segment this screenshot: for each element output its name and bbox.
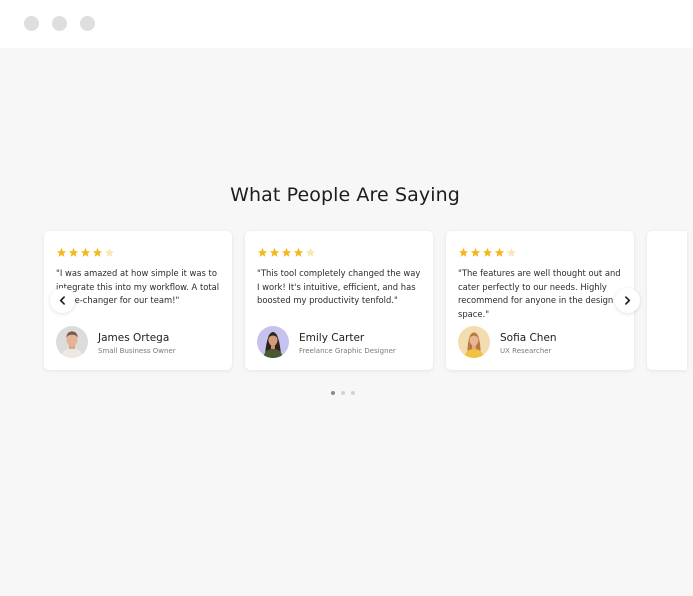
reviewer-name: Emily Carter [299, 332, 365, 344]
star-filled-icon [269, 247, 280, 258]
chevron-left-icon [58, 296, 67, 305]
browser-window: What People Are Saying "I was amazed at … [0, 0, 693, 596]
star-filled-icon [470, 247, 481, 258]
reviewer-name: Sofia Chen [500, 332, 557, 344]
reviewer-role: Small Business Owner [98, 347, 176, 355]
testimonial-quote: "I was amazed at how simple it was to in… [56, 268, 220, 305]
star-filled-icon [80, 247, 91, 258]
star-rating [257, 247, 316, 258]
woman-portrait-avatar [458, 326, 490, 358]
window-titlebar [0, 0, 693, 48]
star-empty-icon [506, 247, 517, 258]
star-filled-icon [68, 247, 79, 258]
carousel-pagination [331, 391, 355, 395]
star-rating [56, 247, 115, 258]
carousel-next-button[interactable] [615, 288, 640, 313]
star-rating [458, 247, 517, 258]
testimonial-quote: "This tool completely changed the way I … [257, 268, 421, 305]
woman-portrait-avatar [257, 326, 289, 358]
testimonial-card: "The features are well thought out and c… [446, 231, 634, 370]
pagination-dot-active[interactable] [331, 391, 335, 395]
star-filled-icon [293, 247, 304, 258]
star-empty-icon [305, 247, 316, 258]
man-portrait-avatar [56, 326, 88, 358]
chevron-right-icon [623, 296, 632, 305]
reviewer-role: Freelance Graphic Designer [299, 347, 396, 355]
star-filled-icon [458, 247, 469, 258]
star-filled-icon [281, 247, 292, 258]
reviewer-name: James Ortega [98, 332, 170, 344]
section-title: What People Are Saying [230, 184, 460, 206]
pagination-dot[interactable] [351, 391, 355, 395]
testimonial-card: "This tool completely changed the way I … [245, 231, 433, 370]
star-filled-icon [56, 247, 67, 258]
carousel-prev-button[interactable] [50, 288, 75, 313]
star-filled-icon [92, 247, 103, 258]
star-filled-icon [482, 247, 493, 258]
star-filled-icon [494, 247, 505, 258]
testimonial-quote: "The features are well thought out and c… [458, 268, 621, 319]
window-control-dot[interactable] [52, 16, 67, 31]
window-control-dot[interactable] [80, 16, 95, 31]
star-empty-icon [104, 247, 115, 258]
star-filled-icon [257, 247, 268, 258]
testimonial-card-partial [647, 231, 687, 370]
reviewer-role: UX Researcher [500, 347, 552, 355]
pagination-dot[interactable] [341, 391, 345, 395]
window-control-dot[interactable] [24, 16, 39, 31]
